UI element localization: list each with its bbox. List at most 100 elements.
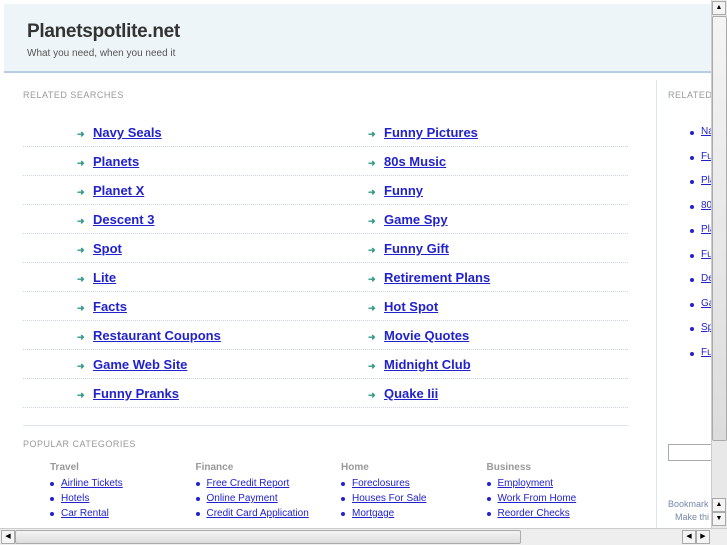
- related-search-link[interactable]: ➜ Planets: [77, 154, 139, 169]
- arrow-icon: ➜: [77, 274, 85, 284]
- related-search-label: Midnight Club: [384, 357, 471, 372]
- related-row: ➜ Planet X ➜ Funny: [23, 176, 628, 205]
- arrow-icon: ➜: [77, 245, 85, 255]
- related-search-label: Movie Quotes: [384, 328, 470, 343]
- sidebar-link[interactable]: Funny Pictures: [690, 151, 711, 162]
- related-search-link[interactable]: ➜ Movie Quotes: [368, 328, 469, 343]
- scroll-up-button[interactable]: ▲: [712, 1, 726, 15]
- category-link[interactable]: Car Rental: [50, 508, 190, 519]
- related-search-label: Descent 3: [93, 212, 155, 227]
- category-link[interactable]: Online Payment: [195, 493, 336, 504]
- related-search-label: Quake Iii: [384, 386, 439, 401]
- related-search-link[interactable]: ➜ Funny Gift: [368, 241, 449, 256]
- category-business: Business Employment Work From Home Reorder …: [486, 462, 627, 523]
- arrow-icon: ➜: [77, 390, 85, 400]
- category-link[interactable]: Reorder Checks: [486, 508, 627, 519]
- related-search-label: Restaurant Coupons: [93, 328, 221, 343]
- related-search-link[interactable]: ➜ Facts: [77, 299, 127, 314]
- arrow-icon: ➜: [368, 187, 376, 197]
- related-searches-label: RELATED SEARCHES: [23, 90, 124, 100]
- sidebar-link[interactable]: Funny Gift: [689, 347, 711, 358]
- related-searches-list: ➜ Navy Seals ➜ Funny Pictures ➜ Planets ➜ 80s M…: [23, 118, 628, 408]
- related-search-label: Funny Pictures: [384, 125, 478, 140]
- sidebar-search-input[interactable]: [668, 444, 711, 461]
- sidebar-link[interactable]: Funny: [690, 249, 711, 260]
- related-search-label: Game Web Site: [93, 357, 188, 372]
- category-title: Travel: [50, 462, 79, 473]
- arrow-icon: ➜: [368, 129, 376, 139]
- sidebar-related-label: RELATED: [668, 90, 711, 100]
- make-homepage-link[interactable]: Make thi: [675, 512, 709, 522]
- related-row: ➜ Spot ➜ Funny Gift: [23, 234, 628, 263]
- related-search-label: 80s Music: [384, 154, 447, 169]
- category-title: Finance: [195, 462, 234, 473]
- related-search-link[interactable]: ➜ Game Web Site: [77, 357, 187, 372]
- sidebar-link[interactable]: 80s Music: [689, 200, 711, 211]
- related-row: ➜ Planets ➜ 80s Music: [23, 147, 628, 176]
- related-search-link[interactable]: ➜ Descent 3: [77, 212, 154, 227]
- category-link[interactable]: Foreclosures: [341, 478, 481, 489]
- arrow-icon: ➜: [77, 216, 85, 226]
- vertical-scrollbar[interactable]: ▲ ▲ ▼: [711, 0, 727, 528]
- related-search-link[interactable]: ➜ Funny Pictures: [368, 125, 478, 140]
- related-search-link[interactable]: ➜ Planet X: [77, 183, 144, 198]
- category-link[interactable]: Work From Home: [486, 493, 627, 504]
- sidebar-link[interactable]: Navy Seals: [690, 126, 711, 137]
- arrow-icon: ➜: [368, 245, 376, 255]
- sidebar-link[interactable]: Game Spy: [689, 298, 711, 309]
- related-search-label: Funny: [384, 183, 423, 198]
- arrow-icon: ➜: [368, 216, 376, 226]
- sidebar-link[interactable]: Descent 3: [689, 273, 711, 284]
- arrow-icon: ➜: [77, 129, 85, 139]
- related-search-link[interactable]: ➜ Retirement Plans: [368, 270, 490, 285]
- category-link[interactable]: Mortgage: [341, 508, 481, 519]
- related-search-link[interactable]: ➜ Quake Iii: [368, 386, 438, 401]
- related-search-link[interactable]: ➜ Game Spy: [368, 212, 448, 227]
- sidebar-link[interactable]: Spot: [690, 322, 711, 333]
- category-link[interactable]: Airline Tickets: [50, 478, 190, 489]
- related-search-label: Planets: [93, 154, 140, 169]
- related-search-label: Funny Gift: [384, 241, 449, 256]
- arrow-icon: ➜: [368, 274, 376, 284]
- related-search-label: Lite: [93, 270, 117, 285]
- related-search-link[interactable]: ➜ Spot: [77, 241, 122, 256]
- scroll-left-button-right[interactable]: ◀: [682, 530, 696, 544]
- category-link[interactable]: Free Credit Report: [195, 478, 336, 489]
- category-link[interactable]: Houses For Sale: [341, 493, 481, 504]
- arrow-icon: ➜: [77, 361, 85, 371]
- related-search-link[interactable]: ➜ 80s Music: [368, 154, 446, 169]
- sidebar-link[interactable]: Planets: [689, 175, 711, 186]
- related-search-link[interactable]: ➜ Restaurant Coupons: [77, 328, 221, 343]
- arrow-icon: ➜: [368, 390, 376, 400]
- related-search-link[interactable]: ➜ Funny Pranks: [77, 386, 179, 401]
- scroll-right-button[interactable]: ▶: [696, 530, 710, 544]
- related-search-link[interactable]: ➜ Lite: [77, 270, 116, 285]
- scroll-up-button-lower[interactable]: ▲: [712, 498, 726, 512]
- related-search-link[interactable]: ➜ Hot Spot: [368, 299, 438, 314]
- sidebar-link[interactable]: Planet X: [690, 224, 711, 235]
- category-finance: Finance Free Credit Report Online Payment C…: [195, 462, 336, 523]
- category-home: Home Foreclosures Houses For Sale Mortgage: [341, 462, 481, 523]
- related-search-link[interactable]: ➜ Navy Seals: [77, 125, 162, 140]
- arrow-icon: ➜: [77, 303, 85, 313]
- right-sidebar: RELATED Navy Seals Funny Pictures Planets 8…: [656, 80, 711, 528]
- category-title: Home: [341, 462, 369, 473]
- arrow-icon: ➜: [368, 158, 376, 168]
- related-search-link[interactable]: ➜ Funny: [368, 183, 423, 198]
- bookmark-link[interactable]: Bookmark: [668, 499, 709, 509]
- related-search-label: Retirement Plans: [384, 270, 491, 285]
- horizontal-scroll-thumb[interactable]: [15, 530, 521, 544]
- related-row: ➜ Funny Pranks ➜ Quake Iii: [23, 379, 628, 408]
- related-search-link[interactable]: ➜ Midnight Club: [368, 357, 471, 372]
- category-link[interactable]: Employment: [486, 478, 627, 489]
- vertical-scroll-thumb[interactable]: [712, 16, 727, 441]
- related-row: ➜ Facts ➜ Hot Spot: [23, 292, 628, 321]
- scroll-down-button[interactable]: ▼: [712, 512, 726, 526]
- popular-categories-label: POPULAR CATEGORIES: [23, 439, 136, 449]
- category-link[interactable]: Hotels: [50, 493, 190, 504]
- category-title: Business: [486, 462, 531, 473]
- category-link[interactable]: Credit Card Application: [195, 508, 336, 519]
- horizontal-scrollbar[interactable]: ◀ ◀ ▶: [0, 528, 727, 545]
- scroll-left-button[interactable]: ◀: [1, 530, 15, 544]
- related-row: ➜ Lite ➜ Retirement Plans: [23, 263, 628, 292]
